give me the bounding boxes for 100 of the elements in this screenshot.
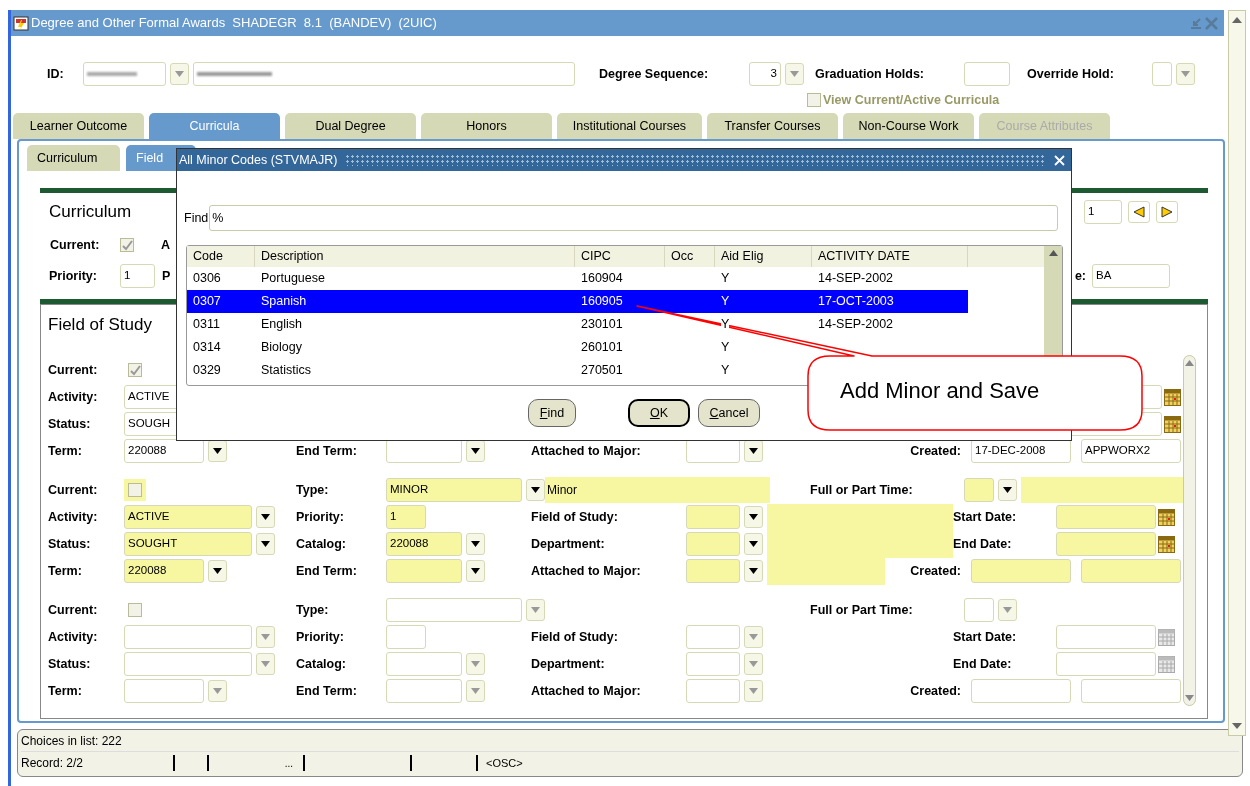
input-field[interactable]: 220088 <box>124 559 204 583</box>
tab[interactable]: Transfer Courses <box>707 113 838 139</box>
input-field[interactable]: 3 <box>749 62 781 86</box>
table-row[interactable]: 0311 English 230101 Y 14-SEP-2002 <box>187 313 968 336</box>
checkbox[interactable] <box>807 93 821 107</box>
previous-button[interactable] <box>1128 201 1150 223</box>
calendar-icon[interactable] <box>1164 415 1181 433</box>
dropdown-button[interactable] <box>526 479 545 501</box>
dropdown-button[interactable] <box>256 533 275 555</box>
calendar-icon[interactable] <box>1158 628 1175 646</box>
input-field[interactable] <box>964 62 1010 86</box>
input-field[interactable] <box>1056 652 1156 676</box>
input-field[interactable] <box>1152 62 1172 86</box>
column-header[interactable]: Description <box>255 246 575 267</box>
scrollbar[interactable] <box>1228 10 1246 736</box>
input-field[interactable] <box>1056 505 1156 529</box>
table-row[interactable]: 0307 Spanish 160905 Y 17-OCT-2003 <box>187 290 968 313</box>
find-field[interactable]: % <box>209 205 1059 231</box>
input-field[interactable]: 1 <box>386 505 426 529</box>
input-field[interactable]: 220088 <box>124 439 204 463</box>
input-field[interactable]: 17-DEC-2008 <box>971 439 1071 463</box>
column-header[interactable]: Code <box>187 246 255 267</box>
input-field[interactable]: 220088 <box>386 532 462 556</box>
tab[interactable]: Honors <box>421 113 552 139</box>
input-field[interactable] <box>386 439 462 463</box>
name-field[interactable] <box>193 62 575 86</box>
dropdown-button[interactable] <box>256 506 275 528</box>
column-header[interactable]: CIPC <box>575 246 665 267</box>
input-field[interactable] <box>124 652 252 676</box>
scrollbar[interactable] <box>1183 355 1196 706</box>
tab[interactable]: Institutional Courses <box>557 113 702 139</box>
checkbox[interactable] <box>120 238 134 252</box>
tab[interactable]: Curriculum <box>27 145 120 171</box>
table-row[interactable]: 0306 Portuguese 160904 Y 14-SEP-2002 <box>187 267 968 290</box>
input-field[interactable] <box>386 598 522 622</box>
column-header[interactable]: Occ <box>665 246 715 267</box>
dialog-button[interactable]: Cancel <box>698 399 760 427</box>
input-field[interactable] <box>686 652 740 676</box>
input-field[interactable] <box>1056 625 1156 649</box>
input-field[interactable]: 1 <box>1084 200 1122 224</box>
calendar-icon[interactable] <box>1158 535 1175 553</box>
input-field[interactable] <box>686 532 740 556</box>
next-button[interactable] <box>1156 201 1178 223</box>
input-field[interactable]: SOUGHT <box>124 532 252 556</box>
input-field[interactable]: APPWORX2 <box>1081 439 1181 463</box>
input-field[interactable] <box>964 478 994 502</box>
input-field[interactable] <box>686 679 740 703</box>
dialog-button[interactable]: OK <box>628 399 690 427</box>
dropdown-button[interactable] <box>744 440 763 462</box>
calendar-icon[interactable] <box>1158 508 1175 526</box>
input-field[interactable] <box>971 559 1071 583</box>
tab[interactable]: Dual Degree <box>285 113 416 139</box>
input-field[interactable]: 1 <box>120 264 155 288</box>
scroll-up-icon[interactable] <box>1232 17 1242 23</box>
column-header[interactable]: ACTIVITY DATE <box>812 246 968 267</box>
dropdown-button[interactable] <box>466 440 485 462</box>
input-field[interactable]: BA <box>1092 264 1170 288</box>
dropdown-button[interactable] <box>998 479 1017 501</box>
field-label: Status: <box>48 535 91 553</box>
input-field[interactable] <box>386 559 462 583</box>
table-row[interactable]: 0314 Biology 260101 Y <box>187 336 736 359</box>
calendar-icon[interactable] <box>1164 388 1181 406</box>
tab[interactable]: Learner Outcome <box>13 113 144 139</box>
dropdown-button[interactable] <box>208 560 227 582</box>
input-field[interactable] <box>124 625 252 649</box>
dropdown-button[interactable] <box>744 506 763 528</box>
input-field[interactable] <box>1081 679 1181 703</box>
minimize-icon[interactable] <box>1190 17 1202 29</box>
input-field[interactable] <box>386 679 462 703</box>
caret-icon <box>261 514 270 520</box>
scroll-up-icon[interactable] <box>1185 360 1194 366</box>
table-row[interactable]: 0329 Statistics 270501 Y <box>187 359 736 382</box>
column-header[interactable]: Aid Elig <box>715 246 812 267</box>
input-field[interactable]: ACTIVE <box>124 505 252 529</box>
checkbox[interactable] <box>128 363 142 377</box>
dropdown-button[interactable] <box>208 440 227 462</box>
input-field[interactable] <box>1056 532 1156 556</box>
dropdown-button[interactable] <box>744 533 763 555</box>
input-field[interactable] <box>686 505 740 529</box>
input-field[interactable] <box>686 559 740 583</box>
input-field[interactable] <box>971 679 1071 703</box>
dropdown-button[interactable] <box>466 560 485 582</box>
field-label: Priority: <box>296 628 344 646</box>
id-field[interactable] <box>83 62 166 86</box>
input-field[interactable] <box>386 652 462 676</box>
input-field[interactable] <box>124 679 204 703</box>
input-field[interactable]: MINOR <box>386 478 522 502</box>
checkbox[interactable] <box>128 603 142 617</box>
dropdown-button[interactable] <box>466 533 485 555</box>
calendar-icon[interactable] <box>1158 655 1175 673</box>
tab[interactable]: Non-Course Work <box>843 113 974 139</box>
input-field[interactable] <box>686 625 740 649</box>
scroll-down-icon[interactable] <box>1185 695 1194 701</box>
input-field[interactable] <box>386 625 426 649</box>
input-field[interactable] <box>686 439 740 463</box>
input-field[interactable] <box>1081 559 1181 583</box>
input-field[interactable] <box>964 598 994 622</box>
dialog-button[interactable]: Find <box>528 399 576 427</box>
dropdown-button[interactable] <box>744 560 763 582</box>
scroll-up-icon[interactable] <box>1048 250 1058 256</box>
